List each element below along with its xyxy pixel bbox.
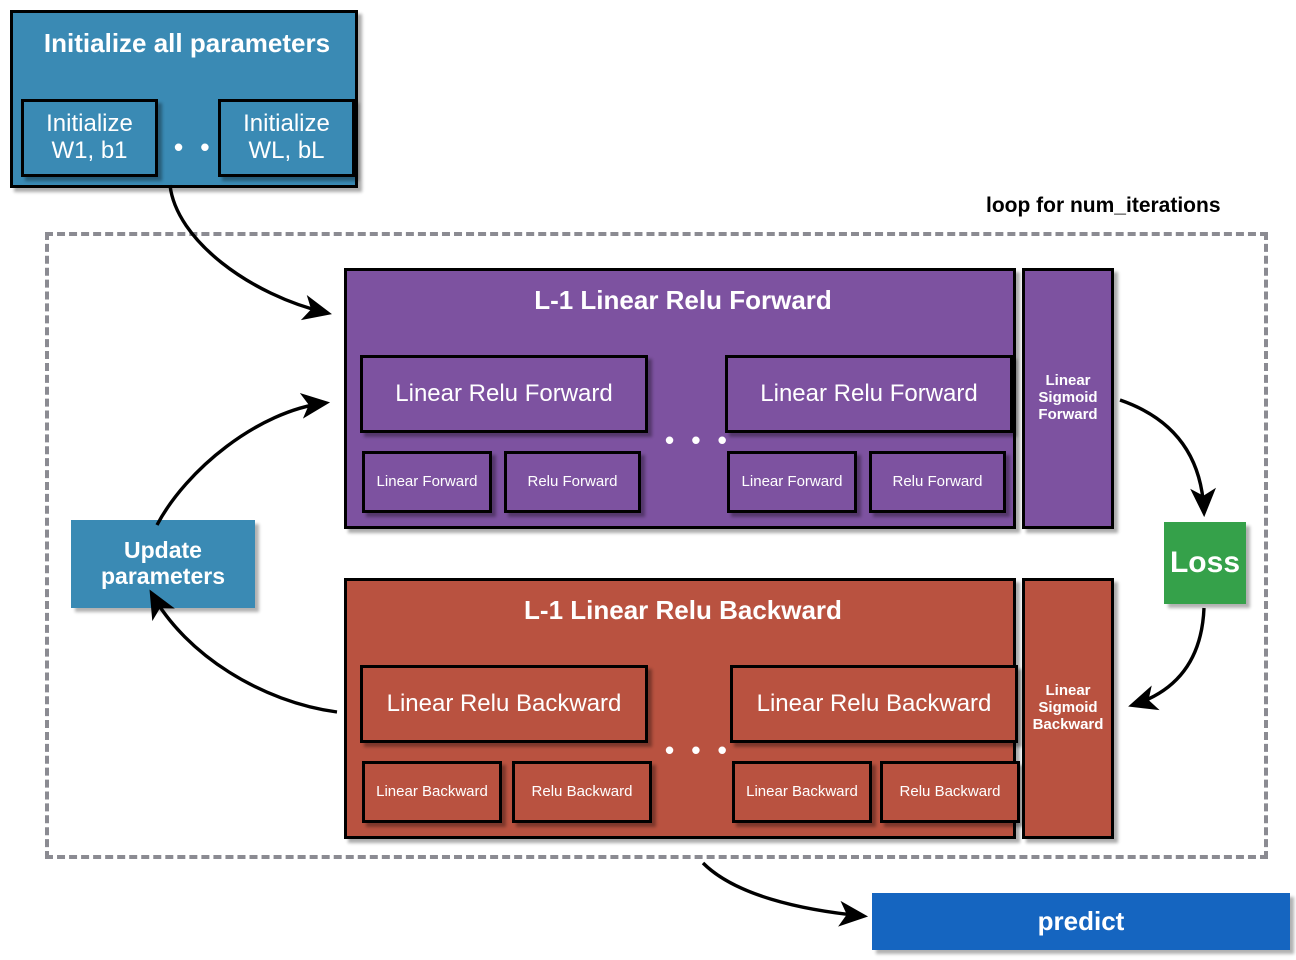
linear-relu-forward-unit-1: Linear Relu Forward bbox=[360, 355, 648, 433]
linear-sigmoid-backward-column: Linear Sigmoid Backward bbox=[1022, 578, 1114, 839]
relu-backward-sub-1: Relu Backward bbox=[512, 761, 652, 823]
initialize-all-parameters-title: Initialize all parameters bbox=[43, 28, 331, 58]
linear-forward-sub-1: Linear Forward bbox=[362, 451, 492, 513]
predict-block: predict bbox=[872, 893, 1290, 950]
linear-relu-backward-unit-2: Linear Relu Backward bbox=[730, 665, 1018, 743]
forward-block: L-1 Linear Relu Forward Linear Relu Forw… bbox=[344, 268, 1016, 529]
linear-relu-forward-unit-2: Linear Relu Forward bbox=[725, 355, 1013, 433]
initialize-wl-bl-box: Initialize WL, bL bbox=[218, 99, 355, 177]
loop-label: loop for num_iterations bbox=[986, 194, 1221, 217]
linear-backward-sub-2: Linear Backward bbox=[732, 761, 872, 823]
relu-forward-sub-2: Relu Forward bbox=[869, 451, 1006, 513]
relu-backward-sub-2: Relu Backward bbox=[880, 761, 1020, 823]
linear-relu-backward-unit-1: Linear Relu Backward bbox=[360, 665, 648, 743]
initialize-w1-b1-box: Initialize W1, b1 bbox=[21, 99, 158, 177]
linear-sigmoid-forward-column: Linear Sigmoid Forward bbox=[1022, 268, 1114, 529]
update-parameters-block: Update parameters bbox=[71, 520, 255, 608]
backward-block-title: L-1 Linear Relu Backward bbox=[524, 595, 842, 625]
linear-forward-sub-2: Linear Forward bbox=[727, 451, 857, 513]
diagram-canvas: loop for num_iterations Initialize all p… bbox=[0, 0, 1296, 960]
forward-units-ellipsis: • • • bbox=[665, 425, 732, 455]
arrow-loop-to-predict bbox=[701, 861, 869, 927]
loss-block: Loss bbox=[1164, 522, 1246, 604]
forward-block-title: L-1 Linear Relu Forward bbox=[534, 285, 832, 315]
initialize-all-parameters-block: Initialize all parameters Initialize W1,… bbox=[10, 10, 358, 188]
backward-units-ellipsis: • • • bbox=[665, 735, 732, 765]
backward-block: L-1 Linear Relu Backward Linear Relu Bac… bbox=[344, 578, 1020, 839]
linear-backward-sub-1: Linear Backward bbox=[362, 761, 502, 823]
relu-forward-sub-1: Relu Forward bbox=[504, 451, 641, 513]
